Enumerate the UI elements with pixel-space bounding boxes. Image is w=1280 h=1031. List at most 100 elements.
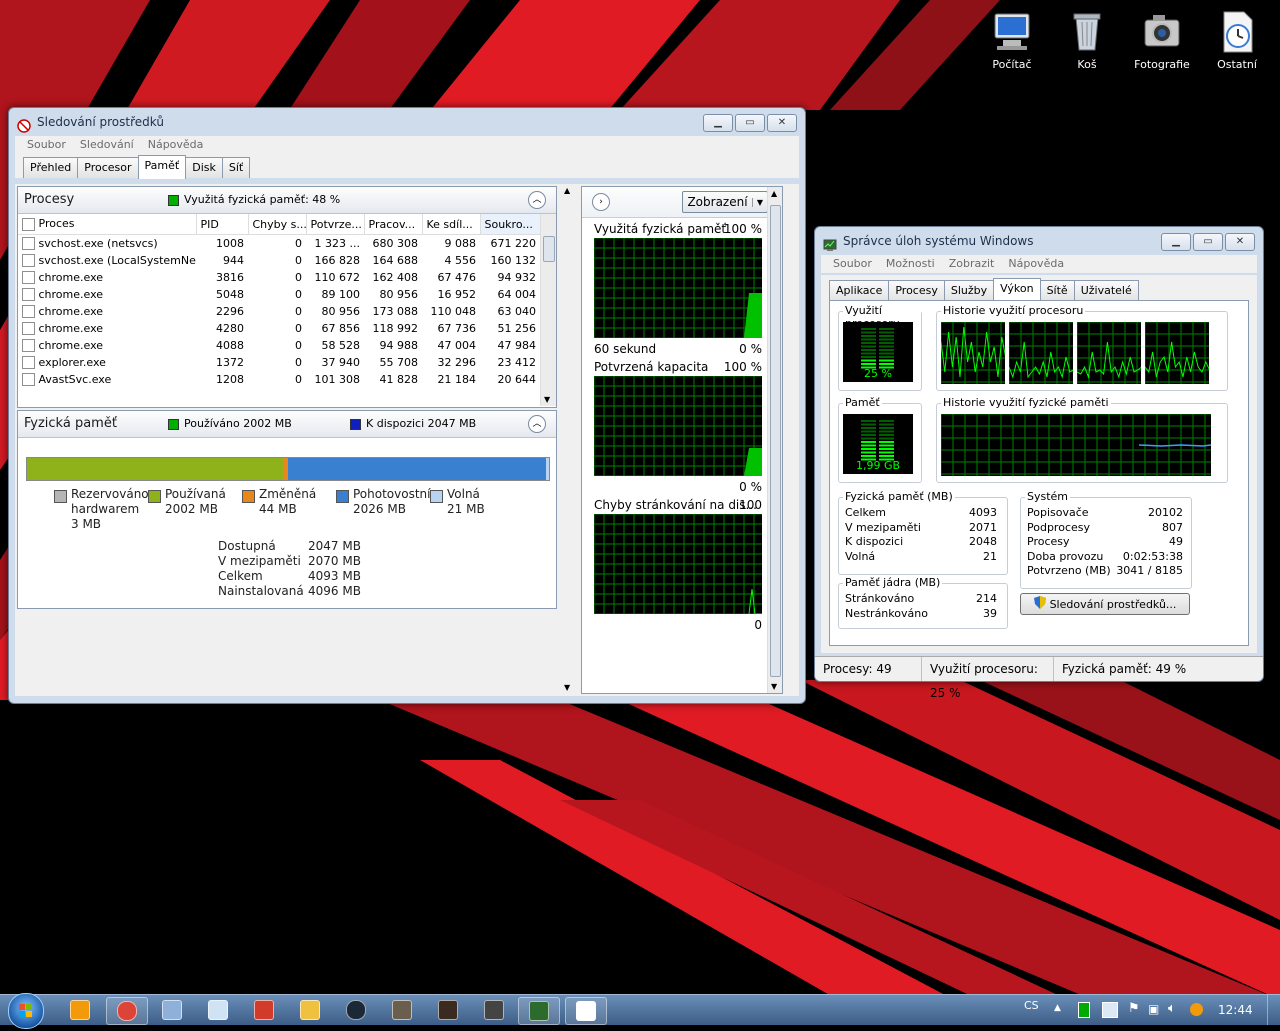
tab-network[interactable]: Síť (222, 157, 250, 178)
tab-processes[interactable]: Procesy (888, 280, 945, 301)
taskbar-button[interactable] (474, 997, 514, 1023)
scroll-up-arrow-icon[interactable]: ▲ (564, 186, 570, 195)
column-header-shareable[interactable]: Ke sdíl... (422, 214, 480, 235)
taskbar-button[interactable] (428, 997, 468, 1023)
tab-performance[interactable]: Výkon (993, 278, 1040, 302)
menu-help[interactable]: Nápověda (148, 136, 204, 154)
network-tray-icon[interactable] (1102, 1002, 1118, 1018)
expand-chevron-icon[interactable]: › (592, 193, 610, 211)
desktop-icon-computer[interactable]: Počítač (980, 8, 1044, 71)
taskmgr-titlebar[interactable]: Správce úloh systému Windows ▁ ▭ ✕ (815, 227, 1263, 255)
resource-monitor-button[interactable]: Sledování prostředků... (1020, 593, 1190, 615)
notepad-icon (208, 1000, 228, 1020)
column-header-process[interactable]: Proces (18, 214, 196, 235)
language-indicator[interactable]: CS (1024, 999, 1039, 1012)
row-checkbox[interactable] (22, 305, 35, 318)
tab-cpu[interactable]: Procesor (77, 157, 138, 178)
menu-monitor[interactable]: Sledování (80, 136, 134, 154)
scroll-up-arrow-icon[interactable]: ▲ (771, 189, 777, 198)
taskbar-button[interactable] (518, 997, 560, 1025)
taskbar-button[interactable] (565, 997, 607, 1025)
minimize-button[interactable]: ▁ (703, 114, 733, 132)
process-row[interactable]: chrome.exe38160110 672162 40867 47694 93… (18, 269, 540, 286)
close-button[interactable]: ✕ (1225, 233, 1255, 251)
row-checkbox[interactable] (22, 322, 35, 335)
resmon-titlebar[interactable]: Sledování prostředků ▁ ▭ ✕ (9, 108, 805, 136)
process-row[interactable]: svchost.exe (netsvcs)100801 323 ...680 3… (18, 235, 540, 253)
taskbar-button[interactable] (60, 997, 100, 1023)
menu-help[interactable]: Nápověda (1008, 255, 1064, 273)
scroll-down-arrow-icon[interactable]: ▼ (564, 683, 570, 692)
menu-options[interactable]: Možnosti (886, 255, 935, 273)
row-checkbox[interactable] (22, 373, 35, 386)
task-manager-icon (823, 234, 837, 248)
meter-segment (861, 448, 876, 450)
desktop-icon-recycle-bin[interactable]: Koš (1055, 8, 1119, 71)
taskbar-button[interactable] (382, 997, 422, 1023)
process-row[interactable]: svchost.exe (LocalSystemNet...9440166 82… (18, 252, 540, 269)
avast-tray-icon[interactable] (1190, 1003, 1203, 1016)
row-checkbox[interactable] (22, 237, 35, 250)
tab-overview[interactable]: Přehled (23, 157, 78, 178)
meter-segment (879, 455, 894, 457)
tab-applications[interactable]: Aplikace (829, 280, 889, 301)
action-center-flag-icon[interactable]: ⚑ (1128, 1001, 1140, 1016)
row-checkbox[interactable] (22, 254, 35, 267)
minimize-button[interactable]: ▁ (1161, 233, 1191, 251)
physical-memory-header[interactable]: Fyzická paměť Používáno 2002 MB K dispoz… (18, 411, 556, 438)
process-row[interactable]: chrome.exe5048089 10080 95616 95264 004 (18, 286, 540, 303)
column-header-hard-faults[interactable]: Chyby s... (248, 214, 306, 235)
menu-file[interactable]: Soubor (27, 136, 66, 154)
clock[interactable]: 12:44 (1218, 1003, 1253, 1017)
show-hidden-icons-icon[interactable]: ▲ (1054, 1003, 1061, 1013)
select-all-checkbox[interactable] (22, 218, 35, 231)
processes-header[interactable]: Procesy Využitá fyzická paměť: 48 % ︿ (18, 187, 556, 214)
desktop-icon-photos[interactable]: Fotografie (1130, 8, 1194, 71)
close-button[interactable]: ✕ (767, 114, 797, 132)
row-checkbox[interactable] (22, 271, 35, 284)
menu-file[interactable]: Soubor (833, 255, 872, 273)
taskbar-button[interactable] (336, 997, 376, 1023)
column-header-pid[interactable]: PID (196, 214, 248, 235)
collapse-chevron-icon[interactable]: ︿ (528, 191, 546, 209)
volume-icon[interactable]: 🔈︎ (1168, 1001, 1176, 1016)
scroll-down-arrow-icon[interactable]: ▼ (771, 682, 777, 691)
taskbar-button[interactable] (198, 997, 238, 1023)
tab-users[interactable]: Uživatelé (1074, 280, 1139, 301)
tab-disk[interactable]: Disk (185, 157, 223, 178)
process-row[interactable]: explorer.exe1372037 94055 70832 29623 41… (18, 354, 540, 371)
taskbar-button[interactable] (106, 997, 148, 1025)
process-row[interactable]: AvastSvc.exe12080101 30841 82821 18420 6… (18, 371, 540, 388)
taskbar-button[interactable] (152, 997, 192, 1023)
process-row[interactable]: chrome.exe4280067 856118 99267 73651 256 (18, 320, 540, 337)
process-row[interactable]: chrome.exe4088058 52894 98847 00447 984 (18, 337, 540, 354)
menu-view[interactable]: Zobrazit (949, 255, 995, 273)
collapse-chevron-icon[interactable]: ︿ (528, 415, 546, 433)
chart-max-label: 100 (739, 498, 762, 512)
chart-footer-right: 0 % (739, 342, 762, 356)
network-tray-icon-2[interactable]: ▣ (1148, 1002, 1159, 1016)
row-checkbox[interactable] (22, 288, 35, 301)
pane-splitter[interactable]: ▲ ▼ (562, 186, 574, 692)
taskbar-button[interactable] (244, 997, 284, 1023)
view-dropdown[interactable]: Zobrazení ▼ (682, 191, 768, 213)
tab-networking[interactable]: Sítě (1040, 280, 1075, 301)
column-header-working-set[interactable]: Pracov... (364, 214, 422, 235)
resource-meter-tray-icon[interactable] (1078, 1002, 1090, 1018)
tab-memory[interactable]: Paměť (138, 155, 187, 179)
desktop-icon-other[interactable]: Ostatní (1205, 8, 1269, 71)
row-checkbox[interactable] (22, 356, 35, 369)
maximize-button[interactable]: ▭ (735, 114, 765, 132)
show-desktop-button[interactable] (1267, 995, 1280, 1025)
column-header-private[interactable]: Soukro... (480, 214, 540, 235)
process-scrollbar[interactable]: ▼ (540, 214, 556, 406)
column-header-commit[interactable]: Potvrze... (306, 214, 364, 235)
charts-scrollbar[interactable]: ▲ ▼ (767, 187, 782, 693)
row-checkbox[interactable] (22, 339, 35, 352)
taskbar-button[interactable] (290, 997, 330, 1023)
process-row[interactable]: chrome.exe2296080 956173 088110 04863 04… (18, 303, 540, 320)
scroll-down-arrow-icon[interactable]: ▼ (544, 395, 550, 404)
stat-row: Stránkováno214 (845, 592, 997, 605)
tab-services[interactable]: Služby (944, 280, 994, 301)
maximize-button[interactable]: ▭ (1193, 233, 1223, 251)
